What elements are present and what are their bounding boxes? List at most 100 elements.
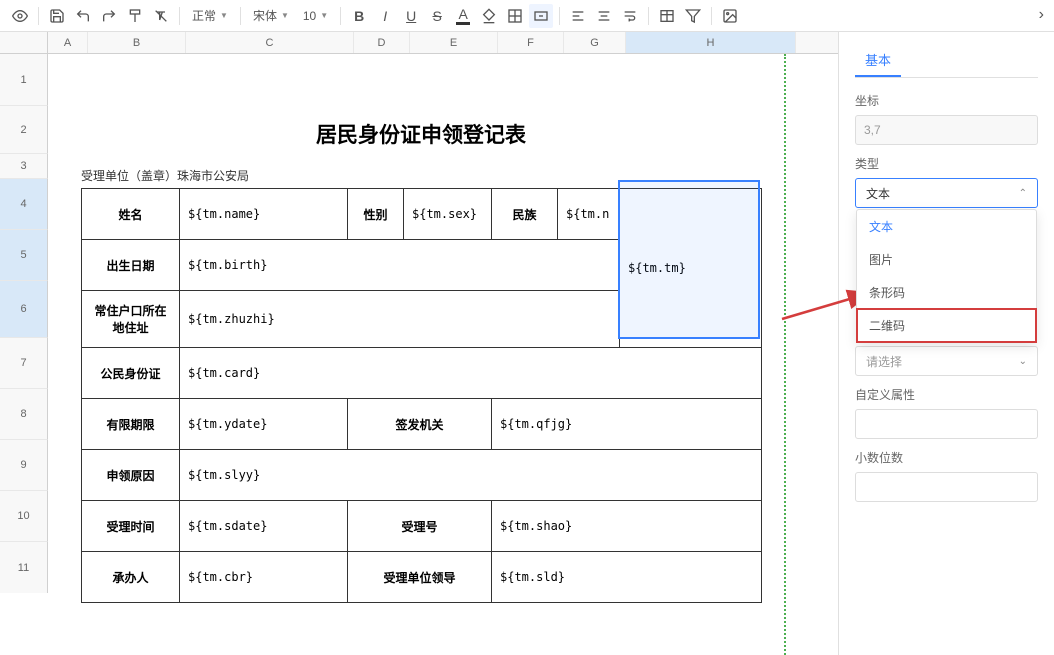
val-birth[interactable]: ${tm.birth}	[180, 240, 620, 291]
row-header-4[interactable]: 4	[0, 179, 48, 230]
panel-tabs: 基本	[855, 44, 1038, 78]
tab-basic[interactable]: 基本	[855, 44, 901, 77]
label-custom-attr: 自定义属性	[855, 386, 1038, 403]
form-subtitle: 受理单位（盖章）珠海市公安局	[81, 167, 761, 184]
chevron-up-icon: ⌃	[1019, 188, 1027, 199]
val-nation[interactable]: ${tm.n	[558, 189, 620, 240]
form-table: 姓名 ${tm.name} 性别 ${tm.sex} 民族 ${tm.n ${t…	[81, 188, 762, 603]
dropdown-option[interactable]: 文本	[857, 210, 1036, 243]
clear-format-icon[interactable]	[149, 4, 173, 28]
label-leader: 受理单位领导	[348, 552, 492, 603]
row-header-5[interactable]: 5	[0, 230, 48, 281]
toolbar: 正常▼ 宋体▼ 10▼ B I U S A ›	[0, 0, 1054, 32]
align-h-icon[interactable]	[566, 4, 590, 28]
underline-icon[interactable]: U	[399, 4, 423, 28]
column-header-g[interactable]: G	[564, 32, 626, 53]
align-v-icon[interactable]	[592, 4, 616, 28]
label-addr: 常住户口所在地住址	[82, 291, 180, 348]
form-title: 居民身份证申领登记表	[81, 119, 761, 149]
paragraph-select[interactable]: 正常▼	[186, 7, 234, 24]
row-header-9[interactable]: 9	[0, 440, 48, 491]
row-header-8[interactable]: 8	[0, 389, 48, 440]
row-header-2[interactable]: 2	[0, 106, 48, 154]
column-header-a[interactable]: A	[48, 32, 88, 53]
chevron-down-icon: ⌄	[1019, 356, 1027, 367]
wrap-icon[interactable]	[618, 4, 642, 28]
format-painter-icon[interactable]	[123, 4, 147, 28]
print-boundary	[784, 54, 786, 655]
filter-icon[interactable]	[681, 4, 705, 28]
row-header-7[interactable]: 7	[0, 338, 48, 389]
val-tm[interactable]: ${tm.tm}	[620, 189, 762, 348]
type-dropdown: 文本图片条形码二维码	[856, 209, 1037, 343]
coord-input	[855, 115, 1038, 145]
row-header-11[interactable]: 11	[0, 542, 48, 593]
label-nation: 民族	[492, 189, 558, 240]
val-zhuzhi[interactable]: ${tm.zhuzhi}	[180, 291, 620, 348]
select-all-corner[interactable]	[0, 32, 48, 53]
val-name[interactable]: ${tm.name}	[180, 189, 348, 240]
val-sex[interactable]: ${tm.sex}	[404, 189, 492, 240]
label-card: 公民身份证	[82, 348, 180, 399]
val-sdate[interactable]: ${tm.sdate}	[180, 501, 348, 552]
val-ydate[interactable]: ${tm.ydate}	[180, 399, 348, 450]
row-header-6[interactable]: 6	[0, 281, 48, 338]
type-select-value: 文本	[866, 185, 890, 202]
label-type: 类型	[855, 155, 1038, 172]
toolbar-separator	[38, 7, 39, 25]
fill-color-icon[interactable]	[477, 4, 501, 28]
label-time: 受理时间	[82, 501, 180, 552]
extra-select-placeholder: 请选择	[866, 353, 902, 370]
spreadsheet-area[interactable]: ABCDEFGH 1234567891011 居民身份证申领登记表 受理单位（盖…	[0, 32, 838, 655]
border-icon[interactable]	[503, 4, 527, 28]
label-decimals: 小数位数	[855, 449, 1038, 466]
column-header-c[interactable]: C	[186, 32, 354, 53]
row-header-1[interactable]: 1	[0, 54, 48, 106]
label-reason: 申领原因	[82, 450, 180, 501]
decimals-input[interactable]	[855, 472, 1038, 502]
label-issuer: 签发机关	[348, 399, 492, 450]
preview-icon[interactable]	[8, 4, 32, 28]
val-cbr[interactable]: ${tm.cbr}	[180, 552, 348, 603]
column-header-e[interactable]: E	[410, 32, 498, 53]
val-slyy[interactable]: ${tm.slyy}	[180, 450, 762, 501]
label-expire: 有限期限	[82, 399, 180, 450]
toolbar-separator	[179, 7, 180, 25]
bold-icon[interactable]: B	[347, 4, 371, 28]
redo-icon[interactable]	[97, 4, 121, 28]
column-header-f[interactable]: F	[498, 32, 564, 53]
label-name: 姓名	[82, 189, 180, 240]
custom-attr-input[interactable]	[855, 409, 1038, 439]
extra-select[interactable]: 请选择 ⌄	[855, 346, 1038, 376]
label-sex: 性别	[348, 189, 404, 240]
column-header-d[interactable]: D	[354, 32, 410, 53]
column-header-h[interactable]: H	[626, 32, 796, 53]
val-qfjg[interactable]: ${tm.qfjg}	[492, 399, 762, 450]
dropdown-option[interactable]: 图片	[857, 243, 1036, 276]
font-select-value: 宋体	[253, 7, 277, 24]
italic-icon[interactable]: I	[373, 4, 397, 28]
val-sld[interactable]: ${tm.sld}	[492, 552, 762, 603]
row-header-3[interactable]: 3	[0, 154, 48, 179]
column-headers: ABCDEFGH	[0, 32, 838, 54]
column-header-b[interactable]: B	[88, 32, 186, 53]
strikethrough-icon[interactable]: S	[425, 4, 449, 28]
dropdown-option[interactable]: 条形码	[857, 276, 1036, 309]
val-shao[interactable]: ${tm.shao}	[492, 501, 762, 552]
paragraph-select-value: 正常	[192, 7, 216, 24]
type-select[interactable]: 文本 ⌃ 文本图片条形码二维码	[855, 178, 1038, 208]
font-select[interactable]: 宋体▼	[247, 7, 295, 24]
font-size-select[interactable]: 10▼	[297, 9, 334, 23]
row-header-10[interactable]: 10	[0, 491, 48, 542]
label-coord: 坐标	[855, 92, 1038, 109]
label-birth: 出生日期	[82, 240, 180, 291]
table-icon[interactable]	[655, 4, 679, 28]
dropdown-option[interactable]: 二维码	[857, 309, 1036, 342]
save-icon[interactable]	[45, 4, 69, 28]
undo-icon[interactable]	[71, 4, 95, 28]
image-icon[interactable]	[718, 4, 742, 28]
val-card[interactable]: ${tm.card}	[180, 348, 762, 399]
font-color-icon[interactable]: A	[451, 4, 475, 28]
merge-icon[interactable]	[529, 4, 553, 28]
expand-panel-icon[interactable]: ›	[1039, 6, 1044, 24]
